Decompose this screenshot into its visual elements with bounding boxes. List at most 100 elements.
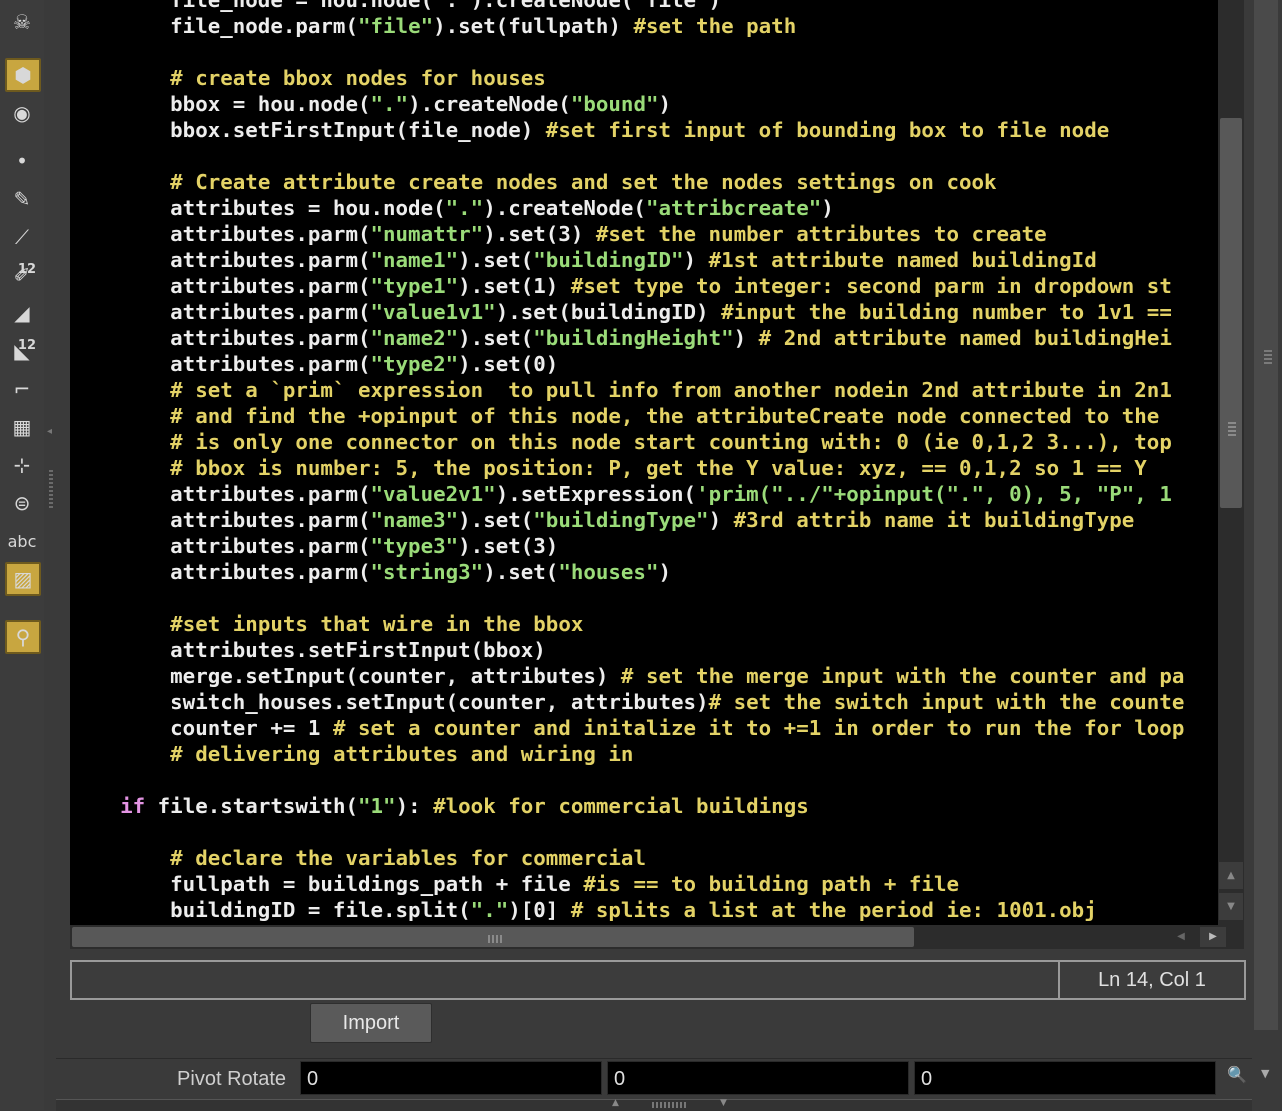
scroll-up-arrow-icon[interactable]: ▲ — [1219, 862, 1243, 889]
circle-stack-icon[interactable]: ⊜ — [4, 486, 40, 520]
code-token: "buildingType" — [533, 508, 709, 532]
expand-up-arrow-icon[interactable]: ▲ — [612, 1098, 619, 1108]
collapse-arrow-icon[interactable]: ◂ — [47, 426, 52, 437]
scroll-right-arrow-icon[interactable]: ▶ — [1200, 927, 1226, 947]
code-line: bbox.setFirstInput(file_node) #set first… — [70, 117, 1184, 143]
bottom-divider[interactable]: ▲ ▼ — [56, 1098, 1252, 1111]
code-token: ).set(0) — [458, 352, 559, 376]
object-box-icon[interactable]: ⬢ — [5, 58, 41, 92]
code-line: file_node = hou.node(".").createNode("fi… — [70, 0, 1184, 13]
tool-badge: 12 — [17, 262, 36, 277]
code-token: #input the building number to 1v1 == — [721, 300, 1172, 324]
outer-scrollbar[interactable] — [1252, 0, 1282, 1110]
paint-numbered-2-icon[interactable]: ◣ 12 — [4, 334, 40, 368]
code-token: attributes.parm( — [70, 326, 371, 350]
code-line: if file.startswith("1"): #look for comme… — [70, 793, 1184, 819]
code-token: "." — [470, 898, 509, 922]
vertical-scrollbar[interactable]: ▲ ▼ — [1218, 0, 1244, 925]
python-editor-panel: file_node = hou.node(".").createNode("fi… — [60, 0, 1253, 1058]
code-token: attributes.parm( — [70, 534, 371, 558]
code-token: ) — [658, 92, 672, 116]
code-token: attributes.parm( — [70, 274, 371, 298]
vertical-scroll-thumb[interactable] — [1220, 118, 1242, 508]
image-icon[interactable]: ▨ — [5, 562, 41, 596]
pivot-rotate-z-field[interactable]: 0 — [914, 1061, 1216, 1095]
code-token: file.startswith( — [145, 794, 358, 818]
horizontal-scroll-thumb[interactable] — [72, 927, 914, 947]
dropdown-arrow-icon[interactable]: ▼ — [1261, 1067, 1269, 1080]
code-token: # is only one connector on this node sta… — [170, 430, 1172, 454]
code-token: "houses" — [558, 560, 659, 584]
scroll-down-arrow-icon[interactable]: ▼ — [1219, 893, 1243, 920]
code-token: ).set( — [458, 248, 534, 272]
code-token: file_node = hou.node(".").createNode("fi… — [70, 0, 722, 12]
visibility-eye-icon[interactable]: ◉ — [4, 96, 40, 130]
tool-badge: 12 — [17, 338, 36, 353]
expand-down-arrow-icon[interactable]: ▼ — [720, 1098, 727, 1108]
code-token: ).set(1) — [458, 274, 571, 298]
divider-grip-icon[interactable] — [652, 1102, 686, 1108]
grid-icon[interactable]: ▦ — [4, 410, 40, 444]
horizontal-scrollbar[interactable]: ◀ ▶ — [70, 925, 1244, 949]
code-token: #is == to building path + file — [583, 872, 959, 896]
toolbar-resize-grip[interactable] — [49, 470, 53, 510]
code-token: attributes.setFirstInput(bbox) — [70, 638, 546, 662]
paint-numbered-icon[interactable]: ✐ 12 — [4, 258, 40, 292]
parameter-search-icon[interactable]: 🔍 — [1224, 1065, 1250, 1091]
code-token: ).set( — [483, 560, 559, 584]
code-token: attributes.parm( — [70, 222, 371, 246]
code-token: #set inputs that wire in the bbox — [170, 612, 584, 636]
point-icon[interactable]: • — [4, 144, 40, 178]
eraser-icon[interactable]: ◢ — [4, 296, 40, 330]
code-editor[interactable]: file_node = hou.node(".").createNode("fi… — [70, 0, 1218, 925]
code-line: attributes.parm("type2").set(0) — [70, 351, 1184, 377]
code-line: attributes.setFirstInput(bbox) — [70, 637, 1184, 663]
code-text: file_node = hou.node(".").createNode("fi… — [70, 0, 1184, 923]
code-line: counter += 1 # set a counter and initali… — [70, 715, 1184, 741]
scroll-left-arrow-icon[interactable]: ◀ — [1168, 927, 1194, 947]
brush-icon[interactable]: ✎ — [4, 182, 40, 216]
code-token: attributes = hou.node( — [70, 196, 446, 220]
code-token: # create bbox nodes for houses — [170, 66, 546, 90]
code-token: "name2" — [370, 326, 459, 350]
pivot-rotate-x-field[interactable]: 0 — [300, 1061, 602, 1095]
code-token: ).createNode( — [408, 92, 571, 116]
pivot-rotate-label: Pivot Rotate — [177, 1068, 286, 1090]
skeleton-icon[interactable]: ☠ — [4, 5, 40, 39]
code-token: switch_houses.setInput(counter, attribut… — [70, 690, 709, 714]
code-token: ) — [683, 248, 709, 272]
code-token: "attribcreate" — [645, 196, 822, 220]
code-token: # set a counter and initalize it to +=1 … — [332, 716, 1185, 740]
outer-scroll-thumb[interactable] — [1254, 0, 1278, 1030]
code-token: ) — [708, 508, 734, 532]
code-line: # create bbox nodes for houses — [70, 65, 1184, 91]
code-line: attributes.parm("string3").set("houses") — [70, 559, 1184, 585]
location-pin-icon[interactable]: ⚲ — [5, 620, 41, 654]
text-abc-icon[interactable]: abc — [4, 524, 40, 558]
code-token: merge.setInput(counter, attributes) — [70, 664, 621, 688]
pivot-rotate-y-field[interactable]: 0 — [607, 1061, 909, 1095]
code-line: attributes.parm("value1v1").set(building… — [70, 299, 1184, 325]
pipette-icon[interactable]: ⟋ — [4, 220, 40, 254]
curve-tool-icon[interactable]: ⌐ — [4, 372, 40, 406]
code-line: # set a `prim` expression to pull info f… — [70, 377, 1184, 403]
measure-icon[interactable]: ⊹ — [4, 448, 40, 482]
code-token: "numattr" — [370, 222, 484, 246]
import-button[interactable]: Import — [310, 1003, 432, 1043]
code-token: ).set( — [458, 326, 534, 350]
code-token: "type2" — [370, 352, 459, 376]
cursor-position: Ln 14, Col 1 — [1098, 969, 1206, 991]
code-line: # Create attribute create nodes and set … — [70, 169, 1184, 195]
scroll-grip-icon — [1264, 350, 1272, 364]
code-line: #set inputs that wire in the bbox — [70, 611, 1184, 637]
code-token: ).setExpression( — [495, 482, 697, 506]
